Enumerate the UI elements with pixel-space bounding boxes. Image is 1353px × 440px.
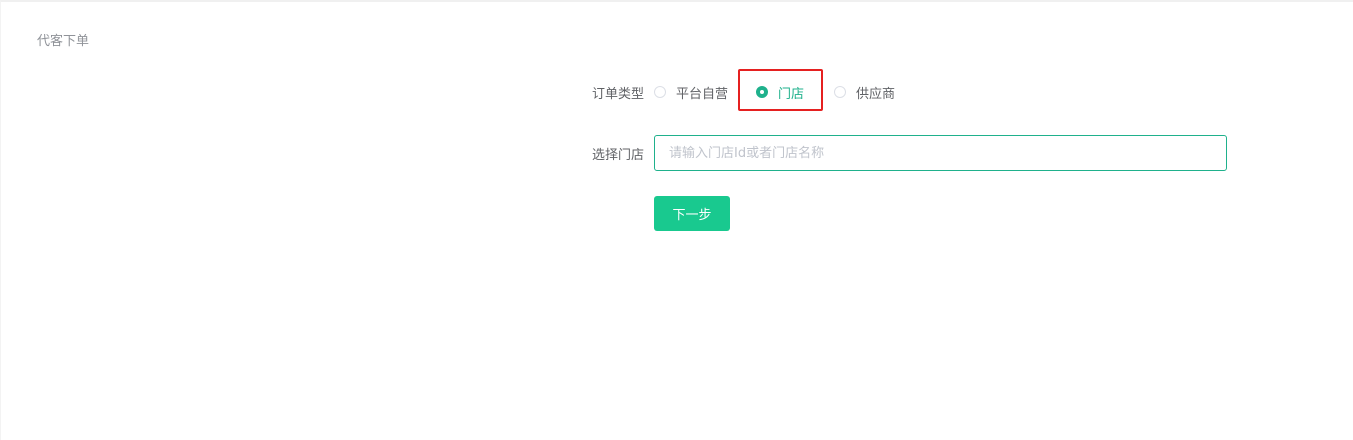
radio-circle-icon[interactable]: [654, 86, 666, 98]
main-panel: 代客下单 订单类型 平台自营 门店 供应商 选择门店 下一步: [0, 0, 1353, 440]
store-search-input[interactable]: [654, 135, 1227, 171]
radio-label: 平台自营: [676, 86, 729, 102]
radio-supplier[interactable]: 供应商: [834, 82, 895, 102]
radio-store[interactable]: 门店: [756, 82, 804, 102]
radio-label: 供应商: [856, 86, 896, 102]
actions-row: 下一步: [654, 196, 730, 231]
radio-circle-icon[interactable]: [834, 86, 846, 98]
radio-label: 门店: [778, 86, 805, 102]
store-select-label: 选择门店: [592, 147, 645, 163]
order-type-label: 订单类型: [592, 86, 645, 102]
page-title: 代客下单: [37, 34, 90, 49]
next-step-button[interactable]: 下一步: [654, 196, 730, 231]
order-type-row: 订单类型 平台自营: [592, 82, 728, 102]
store-select-row: 选择门店: [592, 135, 1227, 171]
radio-checked-icon[interactable]: [756, 86, 768, 98]
radio-platform-self[interactable]: 平台自营: [654, 83, 728, 102]
